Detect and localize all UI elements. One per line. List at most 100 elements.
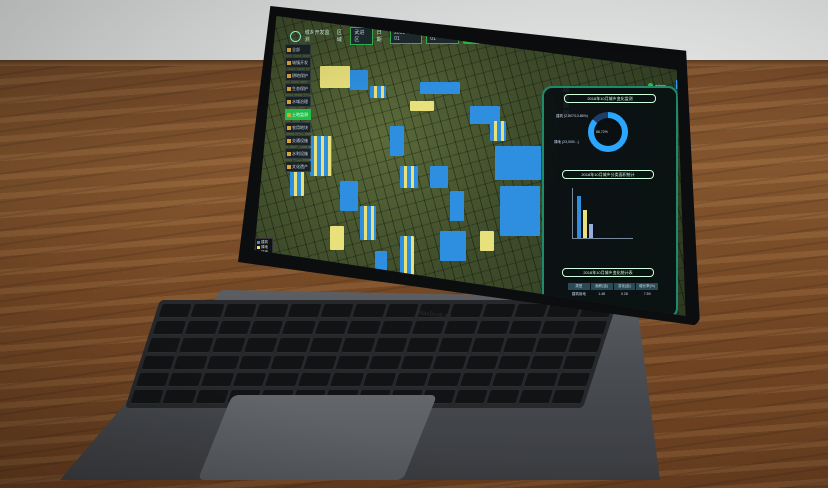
map-field <box>340 181 358 211</box>
sidebar-item-icon <box>287 164 291 169</box>
table-header: 类型 面积(亩) 变化(亩) 增长率(%) <box>568 283 658 290</box>
keyboard-key <box>567 338 602 353</box>
keyboard-key <box>314 321 349 336</box>
keyboard-key <box>335 355 370 370</box>
sidebar-item-icon <box>287 151 291 156</box>
keyboard-key <box>319 304 354 319</box>
keyboard-key <box>173 355 208 370</box>
donut-label-a: 建筑 (2,807/13.86%) <box>556 114 588 118</box>
keyboard-key <box>367 355 402 370</box>
keyboard-key <box>400 355 435 370</box>
sidebar-item[interactable]: 耕地保护 <box>285 70 311 81</box>
sidebar-item[interactable]: 水域治理 <box>285 96 311 107</box>
donut-center-value: 86.72% <box>596 130 608 134</box>
keyboard-key <box>168 372 203 387</box>
legend-swatch <box>257 241 260 244</box>
keyboard-key <box>297 372 332 387</box>
map-field <box>450 191 464 221</box>
sidebar-item[interactable]: 生态保护 <box>285 83 311 94</box>
sidebar-item[interactable]: 农用地块 <box>285 122 311 133</box>
map-field <box>330 226 344 250</box>
sidebar-item-icon <box>287 138 291 143</box>
sidebar-item[interactable]: 土地监测 <box>285 109 311 120</box>
sidebar-item[interactable]: 文化遗产 <box>285 161 311 172</box>
keyboard-key <box>486 389 521 404</box>
map-field <box>390 126 404 156</box>
keyboard-key <box>158 304 193 319</box>
map-field <box>430 166 448 188</box>
app-title: 城乡开发监测 <box>304 30 330 43</box>
keyboard-key <box>362 372 397 387</box>
keyboard-key <box>346 321 381 336</box>
keyboard-key <box>244 338 278 353</box>
keyboard-key <box>535 338 570 353</box>
sidebar-item-label: 文化遗产 <box>292 163 308 169</box>
map-field <box>350 70 368 90</box>
sidebar-item-label: 生态保护 <box>292 85 308 91</box>
keyboard-key <box>190 304 225 319</box>
map-field <box>370 86 386 98</box>
keyboard-key <box>438 338 473 353</box>
keyboard-key <box>529 355 564 370</box>
keyboard-key <box>135 372 170 387</box>
keyboard-key <box>352 304 387 319</box>
donut-chart <box>588 112 628 152</box>
bar <box>583 210 587 238</box>
keyboard-key <box>524 372 559 387</box>
sidebar-item-label: 水利设施 <box>292 150 308 156</box>
map-field <box>320 66 350 88</box>
keyboard-key <box>152 321 187 336</box>
keyboard-key <box>411 321 446 336</box>
keyboard-key <box>518 389 553 404</box>
keyboard-key <box>329 372 364 387</box>
keyboard-key <box>184 321 219 336</box>
sidebar-item[interactable]: 水利设施 <box>285 148 311 159</box>
sidebar-item-label: 农用地块 <box>292 124 308 130</box>
keyboard-key <box>426 372 461 387</box>
panel-title-change: 2018年10月城乡变化监测 <box>564 94 656 103</box>
map-field <box>500 186 540 236</box>
keyboard-key <box>449 304 484 319</box>
sidebar-item[interactable]: 交通设施 <box>285 135 311 146</box>
sidebar-item[interactable]: 城镇开发 <box>285 57 311 68</box>
keyboard-key <box>562 355 596 370</box>
keyboard-key <box>255 304 290 319</box>
sidebar-item[interactable]: 全部 <box>285 44 311 55</box>
sidebar-item-label: 交通设施 <box>292 137 308 143</box>
keyboard-key <box>206 355 241 370</box>
keyboard-key <box>432 355 467 370</box>
panel-title-area: 2018年10月城乡分类面积统计 <box>562 170 654 179</box>
sidebar-item-label: 城镇开发 <box>292 59 308 65</box>
keyboard-key <box>443 321 478 336</box>
region-select[interactable]: 武进区 <box>350 27 373 45</box>
sidebar-item-label: 水域治理 <box>292 98 308 104</box>
keyboard-key <box>276 338 311 353</box>
legend-swatch <box>257 246 260 249</box>
sidebar-item-icon <box>287 47 291 52</box>
keyboard-key <box>540 321 575 336</box>
keyboard-key <box>491 372 526 387</box>
keyboard-key <box>497 355 532 370</box>
area-bar-chart <box>572 188 633 239</box>
keyboard-key <box>232 372 267 387</box>
keyboard-key <box>162 389 197 404</box>
map-field <box>480 231 494 251</box>
map-field <box>420 82 460 94</box>
table-row: 建筑用地 1.48 0.28 7.59 <box>571 292 651 296</box>
keyboard-key <box>464 355 499 370</box>
keyboard-key <box>341 338 376 353</box>
keyboard-key <box>217 321 252 336</box>
trackpad <box>197 395 438 480</box>
keyboard-key <box>373 338 408 353</box>
date-label: 日期 <box>376 30 382 43</box>
sidebar-item-icon <box>287 73 291 78</box>
map-field <box>490 121 506 141</box>
keyboard-key <box>470 338 505 353</box>
keyboard-key <box>141 355 176 370</box>
keyboard-key <box>514 304 548 319</box>
keyboard-key <box>303 355 338 370</box>
keyboard-key <box>179 338 214 353</box>
keyboard-key <box>146 338 181 353</box>
sidebar-item-icon <box>287 60 291 65</box>
keyboard-key <box>287 304 322 319</box>
